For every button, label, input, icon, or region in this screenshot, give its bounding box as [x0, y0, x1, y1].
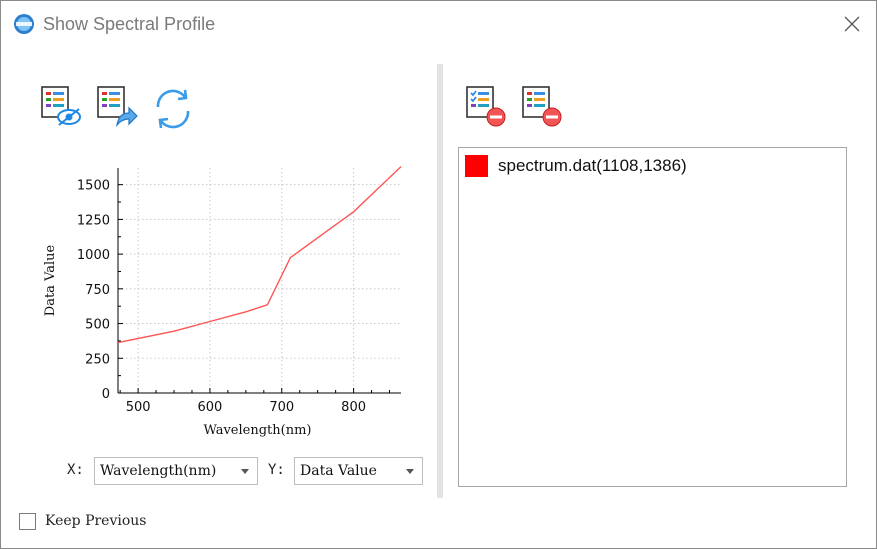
y-axis-title: Data Value — [43, 244, 58, 316]
y-tick-label: 250 — [85, 352, 110, 367]
refresh-icon — [156, 89, 190, 129]
list-item[interactable]: spectrum.dat(1108,1386) — [465, 154, 687, 178]
spectrum-label: spectrum.dat(1108,1386) — [498, 156, 687, 175]
y-tick-label: 750 — [85, 283, 110, 298]
chevron-down-icon — [241, 469, 249, 474]
export-spectrum-icon — [97, 86, 138, 128]
chevron-down-icon — [406, 469, 414, 474]
remove-all-icon — [522, 86, 562, 127]
app-logo-icon — [14, 14, 34, 34]
remove-selected-icon — [466, 86, 506, 127]
color-swatch — [465, 155, 488, 177]
panel-divider[interactable] — [437, 64, 443, 498]
show-spectrum-list-icon — [41, 86, 81, 126]
y-axis-select[interactable]: Data Value — [294, 457, 423, 485]
x-axis-title: Wavelength(nm) — [203, 423, 311, 438]
x-tick-label: 700 — [269, 400, 294, 415]
window-title: Show Spectral Profile — [43, 14, 216, 34]
show-spectrum-list-button[interactable] — [39, 85, 83, 129]
x-tick-label: 500 — [126, 400, 151, 415]
spectral-profile-chart: 500 600 700 800 0 250 500 750 1000 1250 1500 Wavele… — [43, 166, 402, 438]
keep-previous-option[interactable]: Keep Previous — [19, 511, 146, 531]
close-icon — [844, 16, 860, 32]
y-axis-select-value: Data Value — [300, 463, 377, 479]
y-tick-label: 500 — [85, 318, 110, 333]
spectrum-list[interactable]: spectrum.dat(1108,1386) — [458, 147, 847, 487]
x-axis-select[interactable]: Wavelength(nm) — [94, 457, 258, 485]
refresh-button[interactable] — [151, 87, 195, 131]
close-button[interactable] — [833, 9, 871, 39]
spectral-profile-window: Show Spectral Profile 500 600 700 800 0 … — [0, 0, 877, 549]
y-tick-label: 1500 — [77, 179, 110, 194]
x-tick-label: 800 — [341, 400, 366, 415]
x-tick-label: 600 — [198, 400, 223, 415]
export-spectrum-button[interactable] — [95, 85, 139, 129]
remove-all-button[interactable] — [520, 85, 564, 129]
remove-selected-button[interactable] — [464, 85, 508, 129]
keep-previous-checkbox[interactable] — [19, 512, 36, 530]
y-tick-label: 0 — [102, 387, 110, 402]
keep-previous-label: Keep Previous — [45, 513, 147, 529]
x-axis-label: X: — [67, 462, 84, 478]
y-tick-label: 1250 — [77, 213, 110, 228]
y-axis-label: Y: — [268, 462, 285, 478]
title-bar: Show Spectral Profile — [1, 1, 876, 46]
y-tick-label: 1000 — [77, 248, 110, 263]
x-axis-select-value: Wavelength(nm) — [100, 463, 217, 479]
